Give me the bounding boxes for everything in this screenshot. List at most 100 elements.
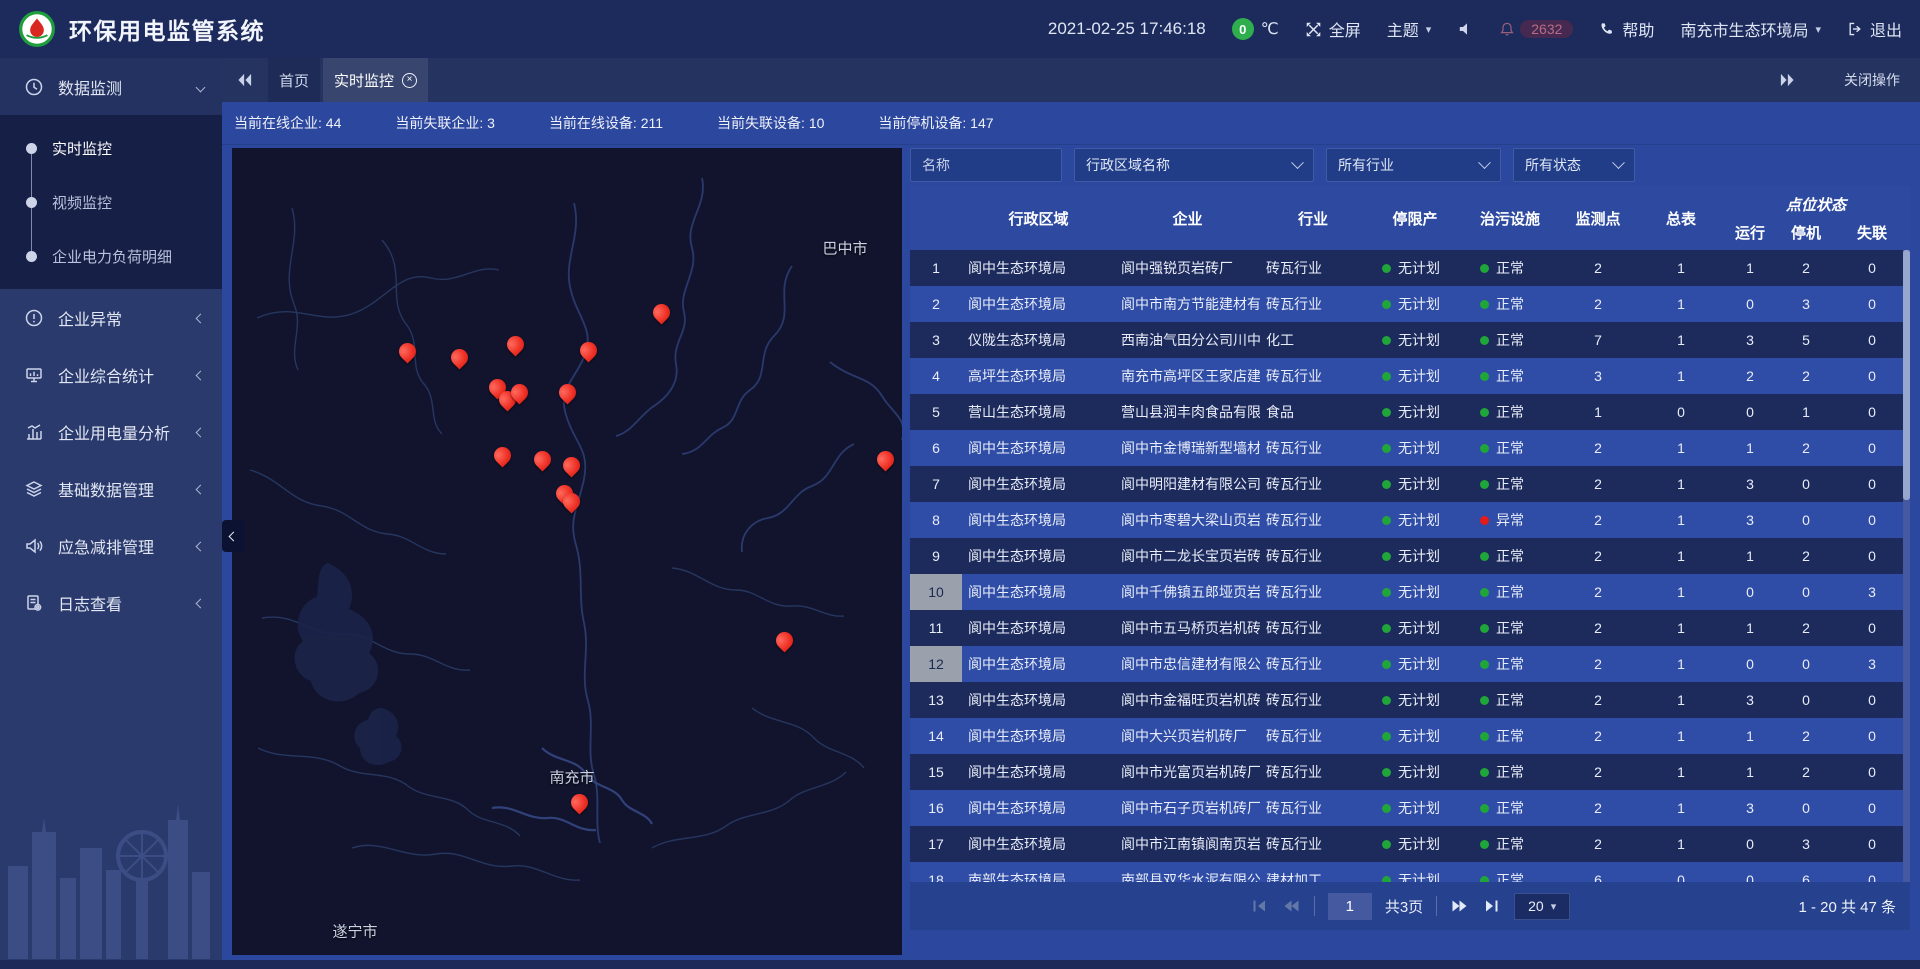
sidebar-item-realtime-monitor[interactable]: 实时监控: [0, 121, 222, 175]
sidebar-group-company-statistics[interactable]: 企业综合统计: [0, 346, 222, 403]
temperature-badge: 0: [1232, 18, 1254, 40]
table-row[interactable]: 15阆中生态环境局阆中市光富页岩机砖厂砖瓦行业无计划正常21120: [910, 754, 1910, 790]
theme-dropdown[interactable]: 主题 ▾: [1387, 17, 1432, 41]
tab-realtime-monitor[interactable]: 实时监控 ×: [323, 58, 428, 102]
offline-count-cell: 0: [1834, 538, 1910, 574]
tabs-scroll-left-button[interactable]: [222, 58, 268, 102]
row-index-cell: 2: [910, 286, 962, 322]
table-row[interactable]: 11阆中生态环境局阆中市五马桥页岩机砖砖瓦行业无计划正常21120: [910, 610, 1910, 646]
first-page-button[interactable]: [1250, 897, 1268, 915]
status-dot: [1480, 300, 1489, 309]
table-row[interactable]: 2阆中生态环境局阆中市南方节能建材有砖瓦行业无计划正常21030: [910, 286, 1910, 322]
table-row[interactable]: 17阆中生态环境局阆中市江南镇阆南页岩砖瓦行业无计划正常21030: [910, 826, 1910, 862]
monitor-points-cell: 3: [1556, 358, 1640, 394]
table-row[interactable]: 13阆中生态环境局阆中市金福旺页岩机砖砖瓦行业无计划正常21300: [910, 682, 1910, 718]
name-search-input[interactable]: [910, 148, 1062, 182]
total-meter-cell: 1: [1640, 718, 1722, 754]
total-meter-cell: 1: [1640, 322, 1722, 358]
sidebar-group-base-data[interactable]: 基础数据管理: [0, 460, 222, 517]
table-scrollbar-thumb[interactable]: [1903, 250, 1910, 500]
status-dot: [1480, 804, 1489, 813]
status-dot: [1382, 408, 1391, 417]
map-panel-collapse-toggle[interactable]: [222, 520, 244, 552]
table-row[interactable]: 14阆中生态环境局阆中大兴页岩机砖厂砖瓦行业无计划正常21120: [910, 718, 1910, 754]
region-select[interactable]: 行政区域名称: [1074, 148, 1314, 182]
status-dot: [1382, 732, 1391, 741]
table-row[interactable]: 5营山生态环境局营山县润丰肉食品有限食品无计划正常10010: [910, 394, 1910, 430]
org-dropdown[interactable]: 南充市生态环境局 ▾: [1680, 17, 1821, 41]
stopped-count-cell: 0: [1778, 646, 1834, 682]
sidebar-group-emergency-reduction[interactable]: 应急减排管理: [0, 517, 222, 574]
logout-button[interactable]: 退出: [1847, 17, 1902, 41]
table-row[interactable]: 18南部生态环境局南部县双华水泥有限公建材加工无计划正常60060: [910, 862, 1910, 882]
sidebar-group-power-analysis[interactable]: 企业用电量分析: [0, 403, 222, 460]
stop-production-cell: 无计划: [1366, 502, 1464, 538]
layers-icon: [24, 479, 44, 499]
treatment-status-cell: 正常: [1464, 610, 1556, 646]
company-cell: 阆中市石子页岩机砖厂: [1115, 790, 1260, 826]
close-operations-button[interactable]: 关闭操作: [1844, 70, 1900, 90]
company-cell: 营山县润丰肉食品有限: [1115, 394, 1260, 430]
industry-select[interactable]: 所有行业: [1326, 148, 1501, 182]
monitor-points-cell: 2: [1556, 574, 1640, 610]
page-number-input[interactable]: [1328, 893, 1372, 920]
table-row[interactable]: 6阆中生态环境局阆中市金博瑞新型墙材砖瓦行业无计划正常21120: [910, 430, 1910, 466]
sidebar-item-label: 企业电力负荷明细: [52, 246, 172, 267]
region-cell: 阆中生态环境局: [962, 610, 1115, 646]
monitor-points-cell: 2: [1556, 646, 1640, 682]
sidebar-item-label: 实时监控: [52, 138, 112, 159]
next-page-button[interactable]: [1450, 897, 1470, 915]
sidebar-group-log-view[interactable]: 日志查看: [0, 574, 222, 631]
sidebar-item-video-monitor[interactable]: 视频监控: [0, 175, 222, 229]
company-cell: 阆中大兴页岩机砖厂: [1115, 718, 1260, 754]
sidebar-item-power-load-detail[interactable]: 企业电力负荷明细: [0, 229, 222, 283]
table-row[interactable]: 7阆中生态环境局阆中明阳建材有限公司砖瓦行业无计划正常21300: [910, 466, 1910, 502]
monitor-points-cell: 2: [1556, 538, 1640, 574]
tab-home[interactable]: 首页: [268, 58, 320, 102]
table-row[interactable]: 4高坪生态环境局南充市高坪区王家店建砖瓦行业无计划正常31220: [910, 358, 1910, 394]
fullscreen-button[interactable]: 全屏: [1305, 17, 1361, 41]
table-row[interactable]: 9阆中生态环境局阆中市二龙长宝页岩砖砖瓦行业无计划正常21120: [910, 538, 1910, 574]
region-cell: 阆中生态环境局: [962, 466, 1115, 502]
industry-cell: 建材加工: [1260, 862, 1366, 882]
region-cell: 阆中生态环境局: [962, 790, 1115, 826]
chevron-left-icon: [197, 366, 204, 384]
region-cell: 阆中生态环境局: [962, 826, 1115, 862]
help-button[interactable]: 帮助: [1599, 17, 1654, 41]
theme-label: 主题: [1387, 17, 1419, 41]
stopped-count-cell: 2: [1778, 358, 1834, 394]
tab-close-icon[interactable]: ×: [402, 73, 417, 88]
temperature-unit: ℃: [1261, 19, 1279, 39]
table-row[interactable]: 10阆中生态环境局阆中千佛镇五郎垭页岩砖瓦行业无计划正常21003: [910, 574, 1910, 610]
table-row[interactable]: 12阆中生态环境局阆中市忠信建材有限公砖瓦行业无计划正常21003: [910, 646, 1910, 682]
running-count-cell: 0: [1722, 646, 1778, 682]
table-row[interactable]: 8阆中生态环境局阆中市枣碧大梁山页岩砖瓦行业无计划异常21300: [910, 502, 1910, 538]
table-row[interactable]: 3仪陇生态环境局西南油气田分公司川中化工无计划正常71350: [910, 322, 1910, 358]
page-size-select[interactable]: 20 ▾: [1514, 893, 1570, 920]
map-canvas[interactable]: 巴中市南充市遂宁市: [232, 148, 902, 955]
row-index-cell: 17: [910, 826, 962, 862]
sidebar-group-data-monitor[interactable]: 数据监测: [0, 58, 222, 115]
status-dot: [1480, 840, 1489, 849]
status-dot: [1382, 372, 1391, 381]
running-count-cell: 1: [1722, 610, 1778, 646]
stop-production-cell: 无计划: [1366, 754, 1464, 790]
table-row[interactable]: 1阆中生态环境局阆中强锐页岩砖厂砖瓦行业无计划正常21120: [910, 250, 1910, 286]
running-count-cell: 3: [1722, 790, 1778, 826]
status-dot: [1480, 588, 1489, 597]
tabs-scroll-right-button[interactable]: [1764, 73, 1810, 87]
total-meter-cell: 1: [1640, 610, 1722, 646]
prev-page-button[interactable]: [1281, 897, 1301, 915]
sidebar-group-company-abnormal[interactable]: 企业异常: [0, 289, 222, 346]
table-row[interactable]: 16阆中生态环境局阆中市石子页岩机砖厂砖瓦行业无计划正常21300: [910, 790, 1910, 826]
notifications-button[interactable]: 2632: [1499, 20, 1573, 38]
last-page-button[interactable]: [1483, 897, 1501, 915]
status-dot: [1382, 300, 1391, 309]
mute-button[interactable]: [1457, 21, 1473, 37]
treatment-status-cell: 正常: [1464, 574, 1556, 610]
company-table-panel: 行政区域名称 所有行业 所有状态 行政区域 企业 行业 停限产 治污设施 监测点…: [910, 148, 1910, 930]
notification-count-badge: 2632: [1520, 20, 1573, 38]
phone-icon: [1599, 21, 1615, 37]
sidebar-group-label: 数据监测: [58, 75, 122, 99]
status-select[interactable]: 所有状态: [1513, 148, 1635, 182]
